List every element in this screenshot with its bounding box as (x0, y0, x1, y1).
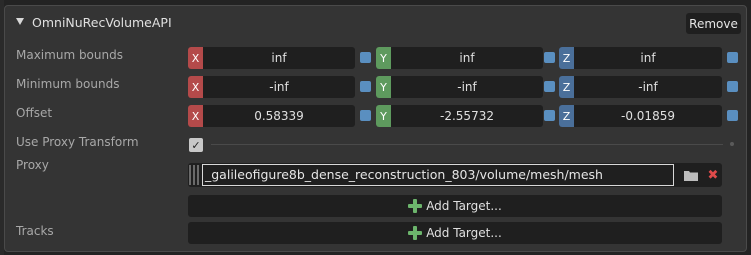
proxy-label: Proxy (16, 158, 49, 172)
offset-z-value[interactable]: -0.01859 (574, 105, 722, 127)
plus-icon (408, 226, 423, 240)
proxy-add-target-button[interactable]: Add Target... (188, 195, 722, 217)
panel-title: OmniNuRecVolumeAPI (32, 15, 172, 30)
axis-y-tag: Y (376, 47, 391, 69)
max-bounds-y-mixed-indicator (544, 52, 555, 63)
max-bounds-z-mixed-indicator (727, 52, 738, 63)
offset-label: Offset (16, 106, 53, 120)
min-bounds-z-mixed-indicator (727, 81, 738, 92)
panel-header[interactable]: OmniNuRecVolumeAPI Remove (5, 6, 746, 40)
axis-z-tag: Z (559, 76, 574, 98)
drag-handle-icon[interactable] (189, 165, 201, 185)
remove-button[interactable]: Remove (686, 13, 741, 34)
max-bounds-x-value[interactable]: inf (203, 47, 355, 69)
browse-folder-button[interactable] (681, 165, 701, 185)
use-proxy-transform-label: Use Proxy Transform (16, 135, 139, 149)
axis-y-tag: Y (376, 105, 391, 127)
offset-x-field[interactable]: X 0.58339 (188, 105, 355, 127)
proxy-path-field: _galileofigure8b_dense_reconstruction_80… (188, 163, 722, 187)
offset-x-mixed-indicator (360, 110, 371, 121)
max-bounds-x-mixed-indicator (360, 52, 371, 63)
offset-x-value[interactable]: 0.58339 (203, 105, 355, 127)
min-bounds-x-mixed-indicator (360, 81, 371, 92)
offset-y-field[interactable]: Y -2.55732 (376, 105, 543, 127)
use-proxy-transform-checkbox[interactable]: ✓ (189, 138, 203, 152)
collapse-triangle-icon[interactable] (16, 18, 24, 25)
min-bounds-x-field[interactable]: X -inf (188, 76, 355, 98)
min-bounds-y-mixed-indicator (544, 81, 555, 92)
max-bounds-y-field[interactable]: Y inf (376, 47, 543, 69)
axis-x-tag: X (188, 47, 203, 69)
max-bounds-x-field[interactable]: X inf (188, 47, 355, 69)
tracks-label: Tracks (16, 224, 54, 238)
add-target-label: Add Target... (426, 226, 502, 240)
separator-dot (730, 142, 734, 146)
close-icon: ✖ (707, 167, 719, 183)
folder-icon (684, 170, 698, 181)
min-bounds-x-value[interactable]: -inf (203, 76, 355, 98)
checkmark-icon: ✓ (191, 138, 201, 152)
axis-y-tag: Y (376, 76, 391, 98)
min-bounds-z-field[interactable]: Z -inf (559, 76, 722, 98)
min-bounds-y-field[interactable]: Y -inf (376, 76, 543, 98)
proxy-path-input[interactable]: _galileofigure8b_dense_reconstruction_80… (202, 164, 674, 186)
offset-y-mixed-indicator (544, 110, 555, 121)
min-bounds-y-value[interactable]: -inf (391, 76, 543, 98)
plus-icon (408, 199, 423, 213)
tracks-add-target-button[interactable]: Add Target... (188, 222, 722, 244)
separator-line (211, 144, 723, 145)
min-bounds-z-value[interactable]: -inf (574, 76, 722, 98)
axis-z-tag: Z (559, 105, 574, 127)
clear-path-button[interactable]: ✖ (706, 167, 720, 183)
add-target-label: Add Target... (426, 199, 502, 213)
min-bounds-label: Minimum bounds (16, 77, 120, 91)
max-bounds-label: Maximum bounds (16, 48, 123, 62)
axis-x-tag: X (188, 105, 203, 127)
max-bounds-z-value[interactable]: inf (574, 47, 722, 69)
offset-z-mixed-indicator (727, 110, 738, 121)
max-bounds-z-field[interactable]: Z inf (559, 47, 722, 69)
max-bounds-y-value[interactable]: inf (391, 47, 543, 69)
offset-y-value[interactable]: -2.55732 (391, 105, 543, 127)
omninurec-volume-api-panel: OmniNuRecVolumeAPI Remove Maximum bounds… (4, 5, 747, 252)
offset-z-field[interactable]: Z -0.01859 (559, 105, 722, 127)
axis-x-tag: X (188, 76, 203, 98)
axis-z-tag: Z (559, 47, 574, 69)
